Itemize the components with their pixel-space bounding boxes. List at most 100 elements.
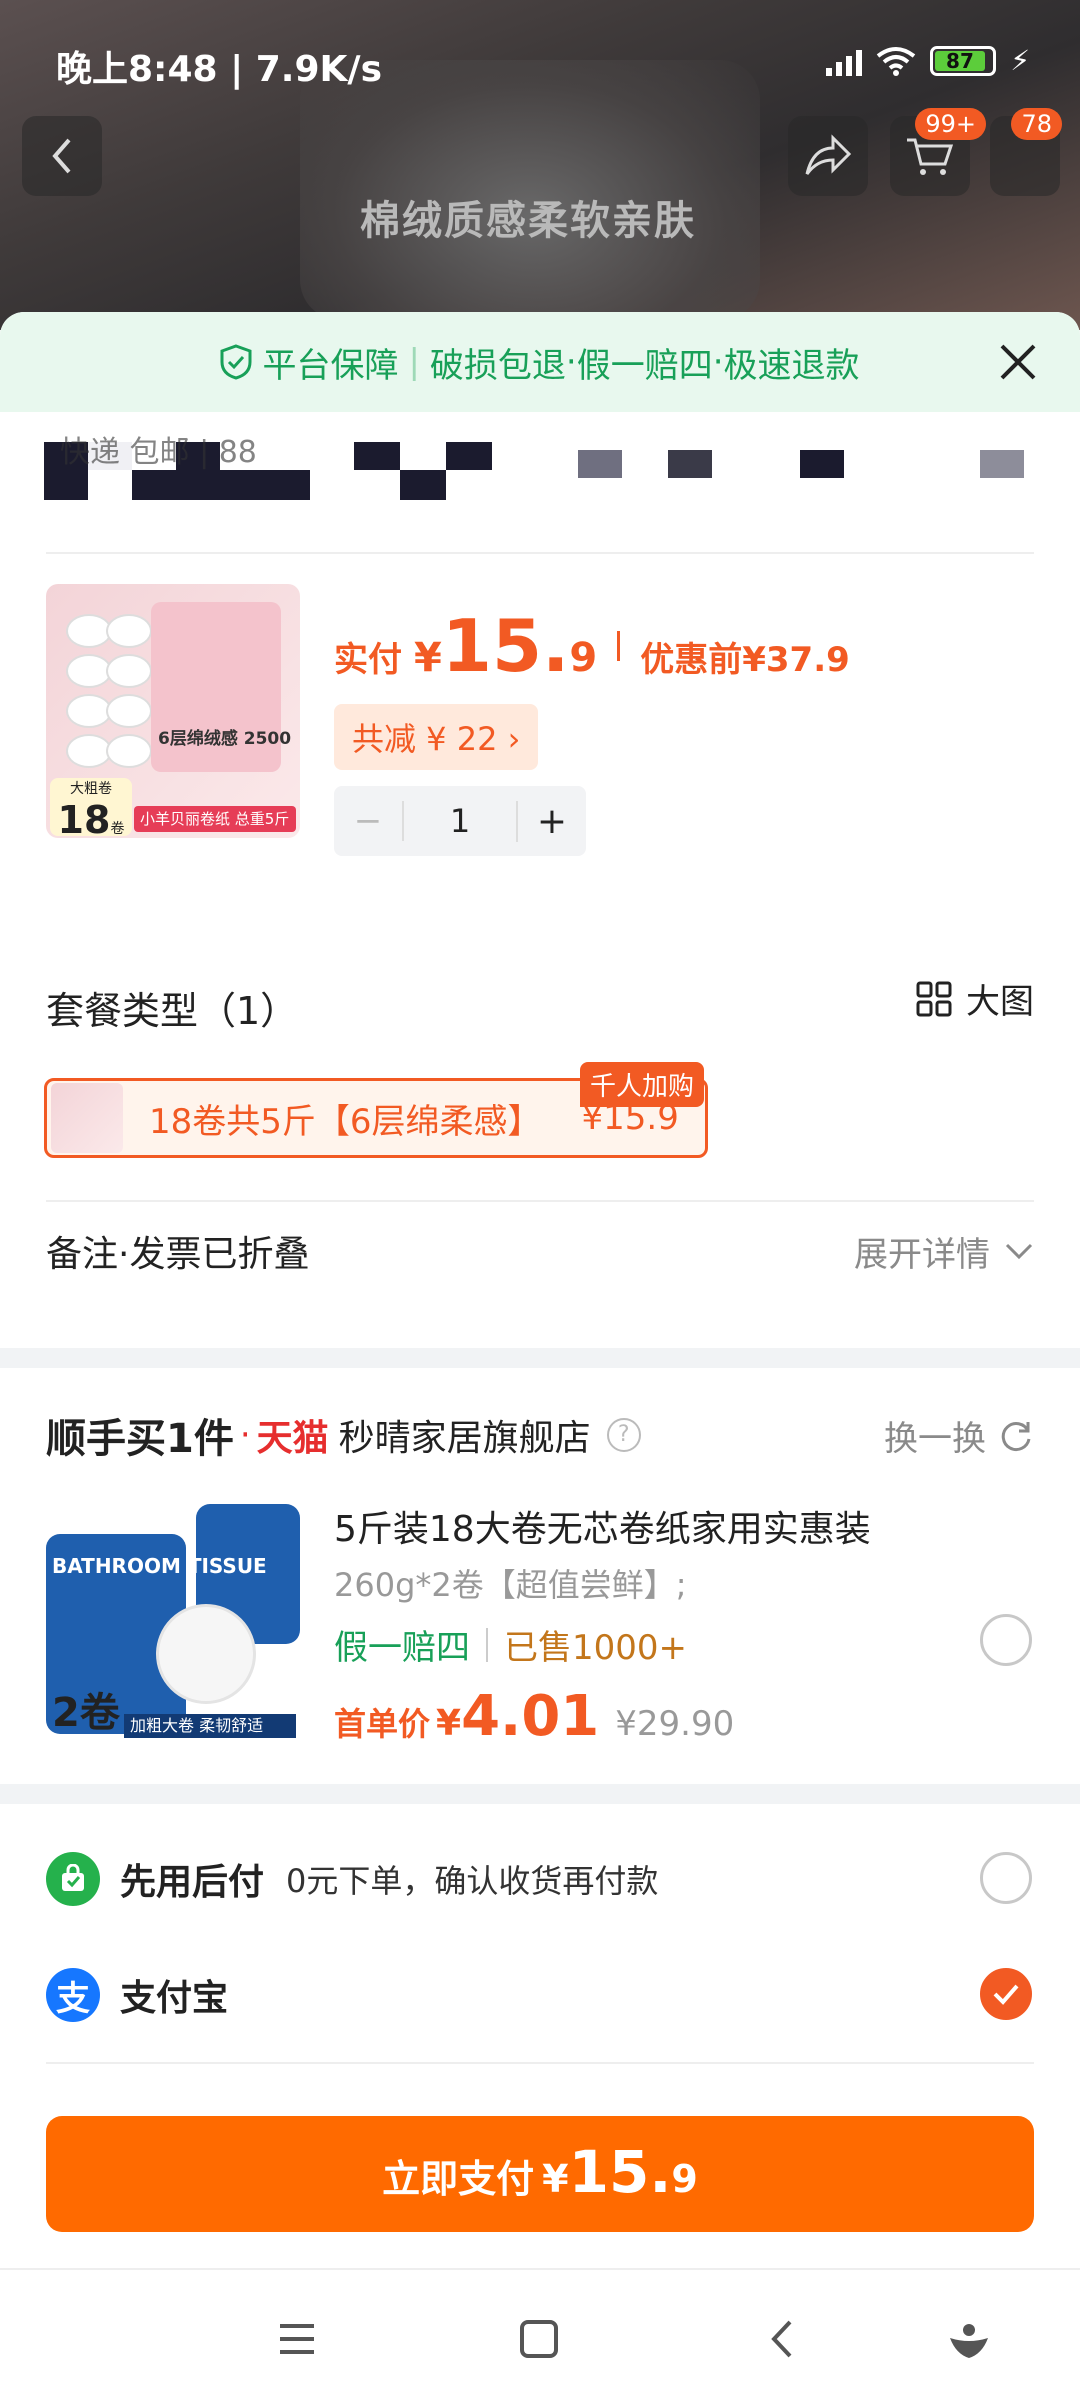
pay-now-button[interactable]: 立即支付 ¥ 15. 9 bbox=[46, 2116, 1034, 2232]
status-icons: 87 ⚡ bbox=[826, 44, 1030, 77]
check-icon bbox=[993, 1984, 1019, 2005]
recommend-image-strip: 加粗大卷 柔韧舒适 bbox=[124, 1714, 296, 1738]
quantity-stepper: − 1 + bbox=[334, 786, 586, 856]
recommend-price: 首单价 ¥ 4.01 ¥29.90 bbox=[334, 1684, 735, 1749]
pay-later-label: 先用后付 bbox=[120, 1862, 265, 1903]
signal-icon bbox=[826, 46, 863, 76]
recommend-roll-count: 2卷 bbox=[52, 1690, 120, 1736]
chevron-down-icon bbox=[1005, 1243, 1033, 1260]
quantity-value[interactable]: 1 bbox=[404, 802, 516, 840]
privacy-mask bbox=[668, 450, 712, 478]
product-image[interactable]: 6层绵绒感 2500 大粗卷 18卷 小羊贝丽卷纸 总重5斤 bbox=[46, 584, 300, 838]
expand-details[interactable]: 展开详情 bbox=[854, 1227, 1034, 1276]
cart-button[interactable]: 99+ bbox=[890, 108, 986, 196]
privacy-mask bbox=[354, 442, 400, 470]
big-image-toggle[interactable]: 大图 bbox=[916, 974, 1034, 1023]
guarantee-title: 平台保障 bbox=[262, 345, 399, 386]
original-price: ¥37.9 bbox=[742, 640, 850, 680]
battery-icon: 87 bbox=[930, 45, 997, 76]
price-line: 实付 ¥ 15. 9 优惠前 ¥37.9 bbox=[334, 604, 850, 688]
actual-pay-label: 实付 bbox=[334, 640, 402, 680]
privacy-mask bbox=[800, 450, 844, 478]
message-badge: 78 bbox=[1011, 108, 1062, 140]
back-button[interactable] bbox=[22, 116, 102, 196]
popular-badge: 千人加购 bbox=[580, 1062, 705, 1107]
guarantee-item: 假一赔四 bbox=[576, 345, 713, 386]
pay-later-desc: 0元下单，确认收货再付款 bbox=[286, 1862, 659, 1900]
alipay-icon: 支 bbox=[46, 1968, 100, 2022]
recommend-product-spec: 260g*2卷【超值尝鲜】; bbox=[334, 1566, 687, 1604]
recommend-product-name[interactable]: 5斤装18大卷无芯卷纸家用实惠装 bbox=[334, 1500, 871, 1552]
privacy-mask bbox=[578, 450, 622, 478]
recommend-header: 顺手买1件 · 天猫 秒晴家居旗舰店 ? 换一换 bbox=[46, 1406, 1034, 1464]
note-invoice-row[interactable]: 备注·发票已折叠 展开详情 bbox=[46, 1200, 1034, 1300]
first-order-label: 首单价 bbox=[334, 1705, 431, 1743]
platform-guarantee-bar: 平台保障 | 破损包退 · 假一赔四 · 极速退款 bbox=[0, 312, 1080, 412]
refresh-icon bbox=[1001, 1422, 1031, 1452]
cart-badge: 99+ bbox=[915, 108, 986, 140]
payment-option-later[interactable]: 先用后付 0元下单，确认收货再付款 bbox=[46, 1824, 1034, 1934]
guarantee-item: 破损包退 bbox=[429, 345, 566, 386]
system-navigation-bar bbox=[0, 2268, 1080, 2400]
decrease-button[interactable]: − bbox=[334, 801, 404, 841]
sold-count: 已售1000+ bbox=[504, 1628, 688, 1668]
first-order-price: 4.01 bbox=[461, 1684, 600, 1749]
guarantee-dot: · bbox=[565, 342, 577, 382]
product-strip-text: 小羊贝丽卷纸 总重5斤 bbox=[134, 806, 296, 832]
currency-symbol: ¥ bbox=[414, 635, 442, 681]
roll-count-tag: 大粗卷 18卷 bbox=[50, 778, 132, 838]
tmall-label: 天猫 bbox=[256, 1418, 329, 1459]
back-icon bbox=[52, 138, 71, 174]
increase-button[interactable]: + bbox=[516, 800, 586, 842]
original-price-label: 优惠前 bbox=[640, 640, 743, 680]
product-row: 6层绵绒感 2500 大粗卷 18卷 小羊贝丽卷纸 总重5斤 实付 ¥ 15. … bbox=[0, 554, 1080, 856]
big-image-label: 大图 bbox=[966, 982, 1034, 1022]
banner-text: 棉绒质感柔软亲肤 bbox=[360, 198, 696, 244]
privacy-mask bbox=[132, 470, 176, 500]
message-button[interactable]: 78 bbox=[990, 108, 1062, 196]
recommend-select-radio[interactable] bbox=[980, 1614, 1032, 1666]
pay-later-radio[interactable] bbox=[980, 1852, 1032, 1904]
price-integer: 15. bbox=[441, 604, 570, 688]
status-time: 晚上8:48 | 7.9K/s bbox=[56, 49, 383, 90]
price-separator bbox=[617, 631, 621, 661]
section-gap bbox=[0, 1348, 1080, 1368]
privacy-mask bbox=[220, 470, 310, 500]
alipay-label: 支付宝 bbox=[120, 1978, 229, 2019]
note-label: 备注·发票已折叠 bbox=[46, 1234, 310, 1275]
assistant-icon[interactable] bbox=[944, 2314, 994, 2364]
checkout-sheet: 平台保障 | 破损包退 · 假一赔四 · 极速退款 快递 包邮 | 88 6层绵绒感… bbox=[0, 312, 1080, 2268]
divider bbox=[46, 2062, 1034, 2064]
privacy-mask bbox=[980, 450, 1024, 478]
package-thumbnail bbox=[51, 1083, 123, 1153]
close-icon[interactable] bbox=[996, 340, 1040, 384]
guarantee-item: 极速退款 bbox=[723, 345, 860, 386]
share-icon bbox=[805, 134, 852, 175]
alipay-radio-checked[interactable] bbox=[980, 1968, 1032, 2020]
guarantee-dot: · bbox=[712, 342, 724, 382]
price-decimal: 9 bbox=[569, 635, 598, 681]
shield-icon bbox=[220, 344, 252, 380]
recommend-image-text: BATHROOM TISSUE bbox=[52, 1554, 267, 1578]
help-icon[interactable]: ? bbox=[606, 1418, 641, 1452]
menu-icon[interactable] bbox=[272, 2314, 322, 2364]
payment-option-alipay[interactable]: 支 支付宝 bbox=[46, 1940, 1034, 2050]
share-button[interactable] bbox=[788, 116, 868, 196]
package-heading: 套餐类型（1） bbox=[46, 989, 299, 1033]
section-gap bbox=[0, 1784, 1080, 1804]
total-saving-tag[interactable]: 共减 ¥ 22 › bbox=[334, 704, 539, 770]
recommend-original-price: ¥29.90 bbox=[615, 1704, 735, 1744]
shop-name[interactable]: 秒晴家居旗舰店 bbox=[339, 1409, 591, 1461]
cart-icon bbox=[907, 138, 954, 175]
charging-icon: ⚡ bbox=[1010, 44, 1030, 77]
home-icon[interactable] bbox=[514, 2314, 564, 2364]
wifi-icon bbox=[877, 46, 916, 76]
recommend-product-image[interactable]: BATHROOM TISSUE 2卷 加粗大卷 柔韧舒适 bbox=[46, 1494, 300, 1748]
privacy-mask bbox=[446, 442, 492, 470]
recommend-title: 顺手买1件 bbox=[46, 1416, 234, 1462]
swap-button[interactable]: 换一换 bbox=[884, 1411, 1034, 1460]
bag-icon bbox=[46, 1852, 100, 1906]
privacy-mask bbox=[400, 470, 446, 500]
grid-icon bbox=[916, 981, 952, 1016]
back-nav-icon[interactable] bbox=[758, 2314, 808, 2364]
